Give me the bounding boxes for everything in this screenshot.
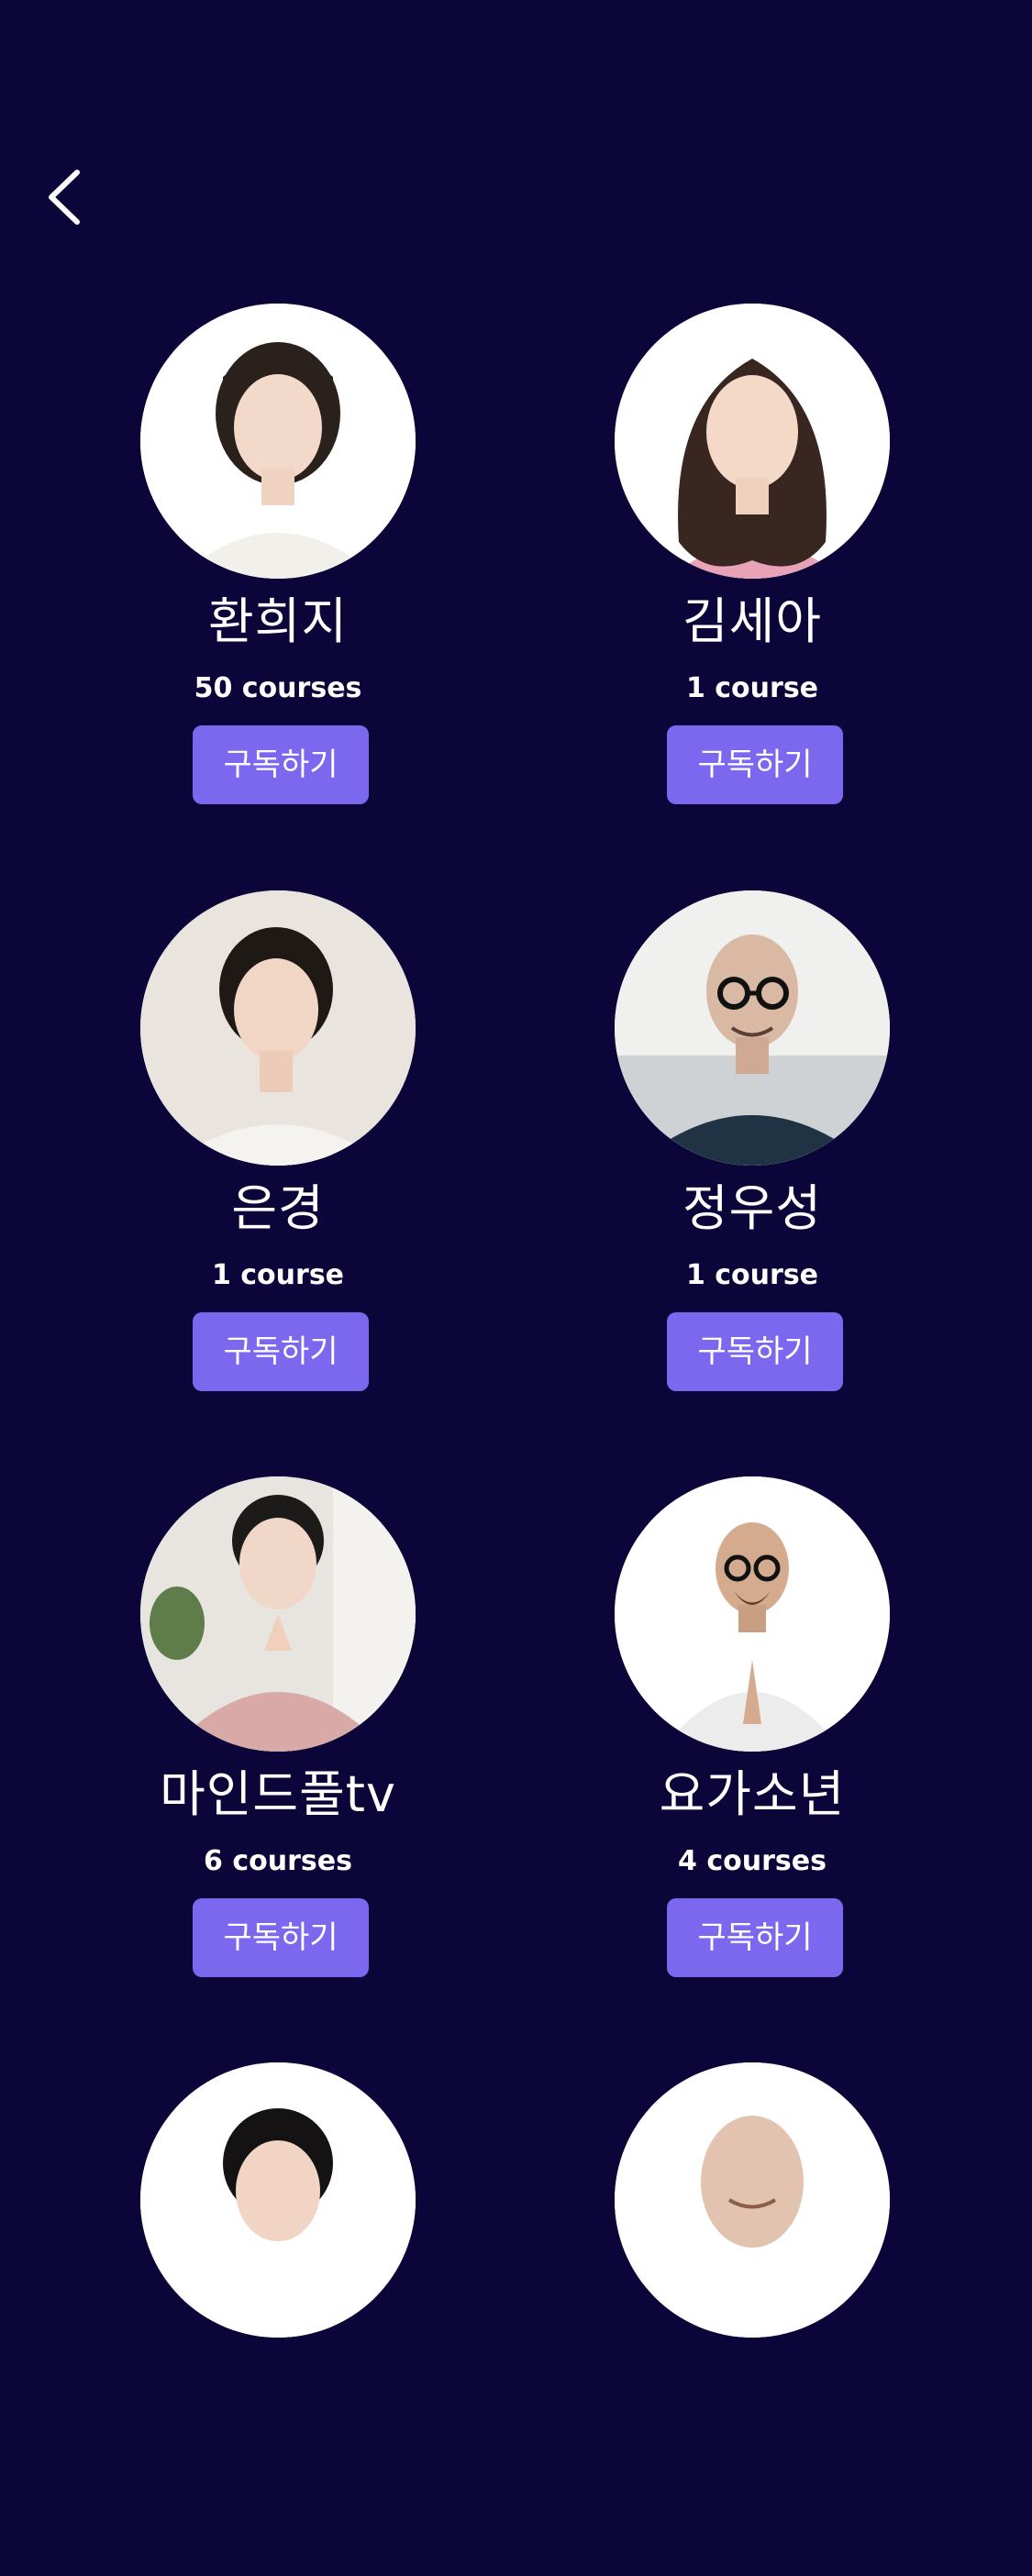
- back-button[interactable]: [37, 165, 92, 229]
- instructor-avatar: [140, 304, 416, 579]
- instructor-avatar: [615, 304, 890, 579]
- instructor-avatar: [615, 2062, 890, 2338]
- instructor-name: 마인드풀tv: [160, 1765, 396, 1823]
- subscribe-button[interactable]: 구독하기: [193, 725, 369, 804]
- instructor-name: 환희지: [207, 592, 349, 650]
- instructor-avatar: [615, 890, 890, 1166]
- subscribe-button[interactable]: 구독하기: [667, 1898, 843, 1977]
- instructor-name: 정우성: [682, 1179, 823, 1237]
- course-count: 1 course: [685, 672, 819, 704]
- course-count: 50 courses: [194, 672, 362, 704]
- chevron-left-icon: [49, 170, 80, 225]
- subscribe-button[interactable]: 구독하기: [193, 1312, 369, 1391]
- course-count: 1 course: [685, 1259, 819, 1291]
- instructor-card[interactable]: [569, 2062, 936, 2576]
- instructor-avatar: [615, 1476, 890, 1752]
- course-count: 6 courses: [204, 1845, 352, 1877]
- instructor-avatar: [140, 1476, 416, 1752]
- instructor-card[interactable]: 마인드풀tv 6 courses 구독하기: [94, 1476, 461, 1990]
- subscribe-button[interactable]: 구독하기: [193, 1898, 369, 1977]
- course-count: 1 course: [211, 1259, 345, 1291]
- instructor-card[interactable]: 환희지 50 courses 구독하기: [94, 304, 461, 817]
- instructor-name: 은경: [231, 1179, 325, 1237]
- instructor-card[interactable]: [94, 2062, 461, 2576]
- instructor-avatar: [140, 2062, 416, 2338]
- instructor-card[interactable]: 김세아 1 course 구독하기: [569, 304, 936, 817]
- instructor-card[interactable]: 정우성 1 course 구독하기: [569, 890, 936, 1404]
- instructor-name: 김세아: [682, 592, 823, 650]
- instructor-card[interactable]: 요가소년 4 courses 구독하기: [569, 1476, 936, 1990]
- instructor-card[interactable]: 은경 1 course 구독하기: [94, 890, 461, 1404]
- subscribe-button[interactable]: 구독하기: [667, 725, 843, 804]
- instructor-name: 요가소년: [659, 1765, 846, 1823]
- instructor-avatar: [140, 890, 416, 1166]
- course-count: 4 courses: [678, 1845, 827, 1877]
- subscribe-button[interactable]: 구독하기: [667, 1312, 843, 1391]
